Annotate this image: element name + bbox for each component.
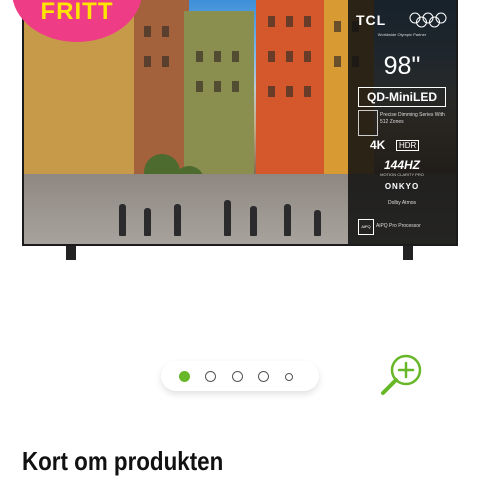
hdr-label: HDR [396, 140, 420, 151]
panel-type: QD-MiniLED [358, 87, 446, 107]
partner-text: Worldwide Olympic Partner [377, 32, 427, 37]
zoom-in-icon[interactable] [378, 353, 424, 399]
dimming-icon [358, 110, 378, 136]
pagination-dot-5[interactable] [285, 373, 293, 381]
pagination-dot-2[interactable] [205, 371, 216, 382]
spec-panel: TCL Worldwide Olympic Partner 98" QD-Min… [348, 0, 456, 244]
pagination-dot-4[interactable] [258, 371, 269, 382]
promo-badge-text: FRITT [40, 0, 114, 25]
refresh-rate: 144HZ [383, 158, 421, 172]
aipq-icon: AiPQ [358, 219, 374, 235]
audio-brand-logo: ONKYO [384, 182, 420, 191]
pagination-dot-3[interactable] [232, 371, 243, 382]
resolution-label: 4K [370, 138, 386, 152]
dolby-atmos-label: Dolby Atmos [387, 200, 417, 206]
screen-size: 98" [383, 52, 421, 80]
olympic-rings-icon [409, 12, 447, 28]
image-pagination [161, 361, 319, 391]
processor-label: AiPQ Pro Processor [376, 223, 421, 229]
pagination-dot-1[interactable] [179, 371, 190, 382]
motion-label: MOTION CLARITY PRO [380, 172, 424, 177]
tv-leg-right [403, 246, 413, 260]
brand-logo: TCL [356, 12, 387, 28]
section-heading: Kort om produkten [22, 446, 224, 476]
tv-leg-left [66, 246, 76, 260]
dimming-text: Precise Dimming Series With 512 Zones [380, 112, 445, 125]
